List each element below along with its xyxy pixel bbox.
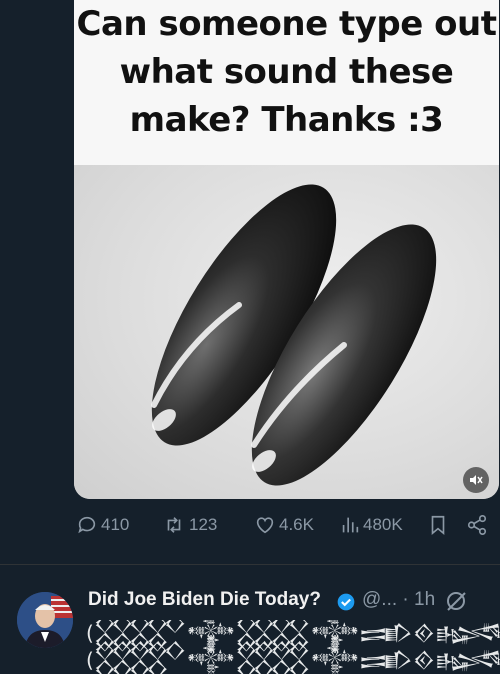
views-chart-icon <box>342 517 359 533</box>
like-button[interactable]: 4.6K <box>254 514 314 536</box>
like-count: 4.6K <box>279 515 314 534</box>
bookmark-icon <box>431 515 445 536</box>
grok-icon[interactable] <box>444 589 468 613</box>
reply-display-name[interactable]: Did Joe Biden Die Today? <box>88 589 321 611</box>
magnets-photo <box>74 165 499 499</box>
meme-caption: Can someone type out what sound these ma… <box>74 0 499 165</box>
post-divider <box>0 564 500 565</box>
reply-text: (𒐫𒀱𒐪𒀱𒅃𒐬𒈙𒌄𒋙 𒄿𒌋𒐫𒀱𒅃 (𒐫𒀱𒐪𒀱𒅃𒐬𒈙𒌄𒋙𒐫𒀱𒅃 <box>86 620 500 674</box>
view-count: 480K <box>363 515 403 534</box>
reply-icon <box>78 516 96 534</box>
reply-count: 410 <box>101 515 130 534</box>
caption-line-2: what sound these <box>119 52 454 92</box>
profile-photo-icon <box>17 592 73 648</box>
repost-count: 123 <box>189 515 218 534</box>
caption-line-3: make? Thanks :3 <box>129 100 444 140</box>
repost-icon <box>167 517 181 533</box>
repost-button[interactable]: 123 <box>162 514 217 536</box>
heart-icon <box>256 517 274 534</box>
avatar[interactable] <box>17 592 73 648</box>
bookmark-button[interactable] <box>428 514 448 536</box>
mute-button[interactable] <box>463 467 489 493</box>
reply-text-line-1: (𒐫𒀱𒐪𒀱𒅃𒐬𒈙𒌄𒋙 𒄿𒌋𒐫𒀱𒅃 <box>86 621 500 645</box>
share-button[interactable] <box>466 514 488 536</box>
reply-time: · 1h <box>402 589 436 610</box>
reply-handle-time: @... · 1h <box>362 589 435 611</box>
caption-line-1: Can someone type out <box>76 4 497 44</box>
post-media[interactable]: Can someone type out what sound these ma… <box>74 0 499 499</box>
views-button[interactable]: 480K <box>340 514 403 536</box>
verified-badge-icon <box>337 593 355 611</box>
share-icon <box>467 515 487 535</box>
reply-button[interactable]: 410 <box>76 514 129 536</box>
reply-handle[interactable]: @... <box>362 589 397 610</box>
reply-text-line-2: (𒐫𒀱𒐪𒀱𒅃𒐬𒈙𒌄𒋙𒐫𒀱𒅃 <box>86 648 500 672</box>
magnet-eggs-illustration <box>151 184 437 486</box>
post-action-bar: 410 123 4.6K 480K <box>74 506 499 546</box>
muted-speaker-icon <box>470 475 483 485</box>
